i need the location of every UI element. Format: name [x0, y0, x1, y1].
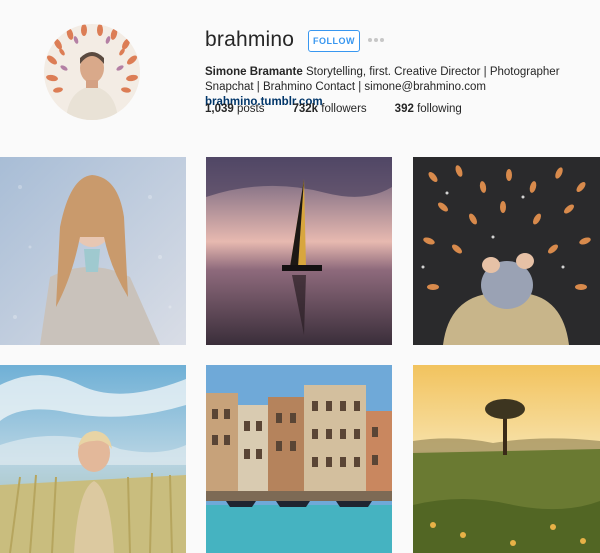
following-label: following — [417, 103, 462, 115]
profile-header: brahmino FOLLOW Simone Bramante Storytel… — [0, 0, 600, 150]
followers-label: followers — [321, 103, 367, 115]
followers-stat[interactable]: 732k followers — [292, 103, 366, 115]
post-tile[interactable] — [206, 365, 392, 553]
post-tile[interactable] — [413, 365, 600, 553]
post-tile[interactable] — [0, 365, 186, 553]
posts-stat: 1,039 posts — [205, 103, 264, 115]
followers-count: 732k — [292, 103, 319, 115]
profile-full-name: Simone Bramante — [205, 66, 303, 78]
post-tile[interactable] — [413, 157, 600, 345]
profile-stats: 1,039 posts 732k followers 392 following — [205, 103, 490, 115]
profile-avatar[interactable] — [44, 24, 140, 120]
profile-username: brahmino — [205, 28, 295, 51]
follow-button[interactable]: FOLLOW — [308, 30, 360, 52]
post-tile[interactable] — [0, 157, 186, 345]
following-stat[interactable]: 392 following — [395, 103, 462, 115]
more-options-icon[interactable] — [368, 36, 388, 44]
posts-count: 1,039 — [205, 103, 234, 115]
following-count: 392 — [394, 103, 414, 115]
posts-label: posts — [236, 103, 265, 115]
post-tile[interactable] — [206, 157, 392, 345]
